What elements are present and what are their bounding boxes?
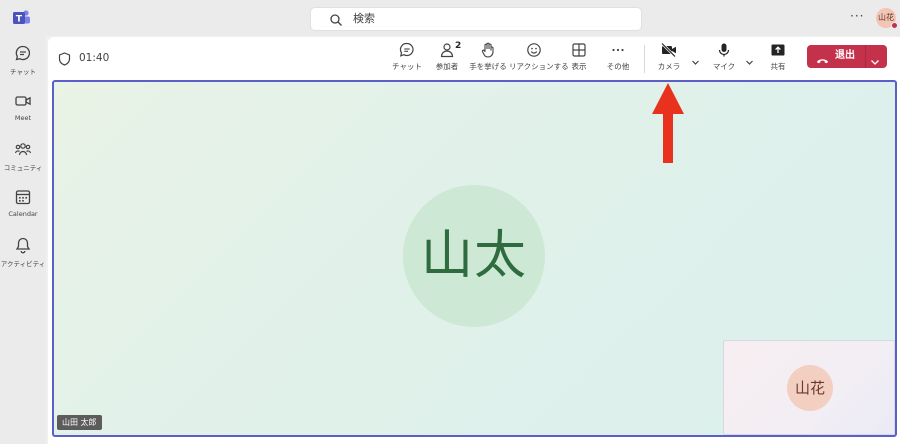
app-rail: チャット Meet コミュニティ Calendar アクティビティ: [0, 36, 46, 444]
leave-label: 退出: [835, 50, 855, 61]
react-button[interactable]: リアクションする: [509, 42, 569, 78]
leave-options-chevron-icon[interactable]: [870, 52, 880, 71]
rail-label: コミュニティ: [3, 164, 43, 172]
more-button[interactable]: その他: [604, 42, 632, 78]
search-box[interactable]: 検索: [310, 7, 642, 31]
toolbar-divider: [644, 45, 645, 73]
calendar-icon: [15, 190, 31, 205]
leave-divider: [865, 45, 866, 68]
teams-logo-icon[interactable]: T: [11, 9, 31, 27]
view-button[interactable]: 表示: [565, 42, 593, 78]
camera-off-icon: [661, 42, 676, 58]
svg-text:T: T: [16, 15, 23, 25]
meeting-toolbar: 01:40 チャット 2 参加者 手を挙げる リアクションする 表示 その他 カ…: [48, 37, 900, 81]
meeting-timer: 01:40: [79, 52, 110, 64]
rail-label: チャット: [10, 68, 36, 76]
meeting-window: 01:40 チャット 2 参加者 手を挙げる リアクションする 表示 その他 カ…: [48, 37, 900, 444]
view-label: 表示: [571, 62, 587, 71]
hand-icon: [481, 42, 494, 58]
share-button[interactable]: 共有: [764, 42, 792, 78]
rail-label: Meet: [14, 114, 32, 122]
raise-hand-button[interactable]: 手を挙げる: [468, 42, 508, 78]
video-icon: [15, 96, 31, 106]
video-stage: 山太 山田 太郎 山花: [52, 80, 897, 437]
participant-initials: 山太: [420, 226, 527, 286]
more-icon: [612, 48, 624, 52]
participant-avatar: 山太: [403, 185, 545, 327]
raise-hand-label: 手を挙げる: [469, 62, 507, 71]
participants-count: 2: [455, 41, 462, 51]
participants-button[interactable]: 2 参加者: [432, 41, 462, 78]
participant-name-tag: 山田 太郎: [57, 415, 102, 430]
rail-item-activity[interactable]: アクティビティ: [0, 236, 46, 276]
rail-item-calendar[interactable]: Calendar: [0, 188, 46, 228]
phone-hangup-icon: [816, 51, 829, 70]
chat-icon: [15, 45, 31, 61]
rail-item-chat[interactable]: チャット: [0, 44, 46, 84]
react-label: リアクションする: [509, 62, 569, 71]
user-avatar[interactable]: 山花: [876, 8, 898, 29]
annotation-arrow-icon: [652, 83, 684, 163]
search-icon: [329, 12, 343, 26]
status-dot-icon: [891, 22, 898, 29]
title-bar: T 検索 ··· 山花: [0, 0, 900, 36]
rail-label: アクティビティ: [0, 260, 46, 268]
shield-icon[interactable]: [58, 51, 71, 70]
more-label: その他: [606, 62, 630, 71]
more-options-button[interactable]: ···: [850, 9, 864, 23]
bell-icon: [15, 237, 31, 254]
rail-label: Calendar: [8, 210, 38, 218]
share-screen-icon: [771, 44, 785, 56]
leave-button[interactable]: 退出: [807, 45, 887, 68]
camera-options-chevron-icon[interactable]: [691, 52, 700, 71]
rail-item-community[interactable]: コミュニティ: [0, 140, 46, 180]
smiley-icon: [527, 43, 541, 57]
self-video-tile[interactable]: 山花: [723, 340, 895, 435]
chat-button[interactable]: チャット: [392, 42, 422, 78]
mic-label: マイク: [712, 62, 736, 71]
mic-options-chevron-icon[interactable]: [745, 52, 754, 71]
rail-item-meet[interactable]: Meet: [0, 92, 46, 132]
participants-label: 参加者: [435, 62, 459, 71]
camera-label: カメラ: [657, 62, 681, 71]
share-label: 共有: [770, 62, 786, 71]
search-placeholder: 検索: [353, 12, 375, 25]
chat-label: チャット: [392, 62, 422, 71]
community-icon: [14, 143, 32, 156]
grid-view-icon: [572, 43, 586, 57]
chat-icon: [399, 42, 414, 57]
mic-button[interactable]: マイク: [710, 42, 738, 78]
microphone-icon: [718, 43, 730, 57]
self-initials: 山花: [794, 379, 825, 397]
self-avatar: 山花: [787, 365, 833, 411]
user-avatar-initials: 山花: [878, 13, 894, 22]
person-icon: [440, 43, 454, 58]
camera-button[interactable]: カメラ: [655, 42, 683, 78]
